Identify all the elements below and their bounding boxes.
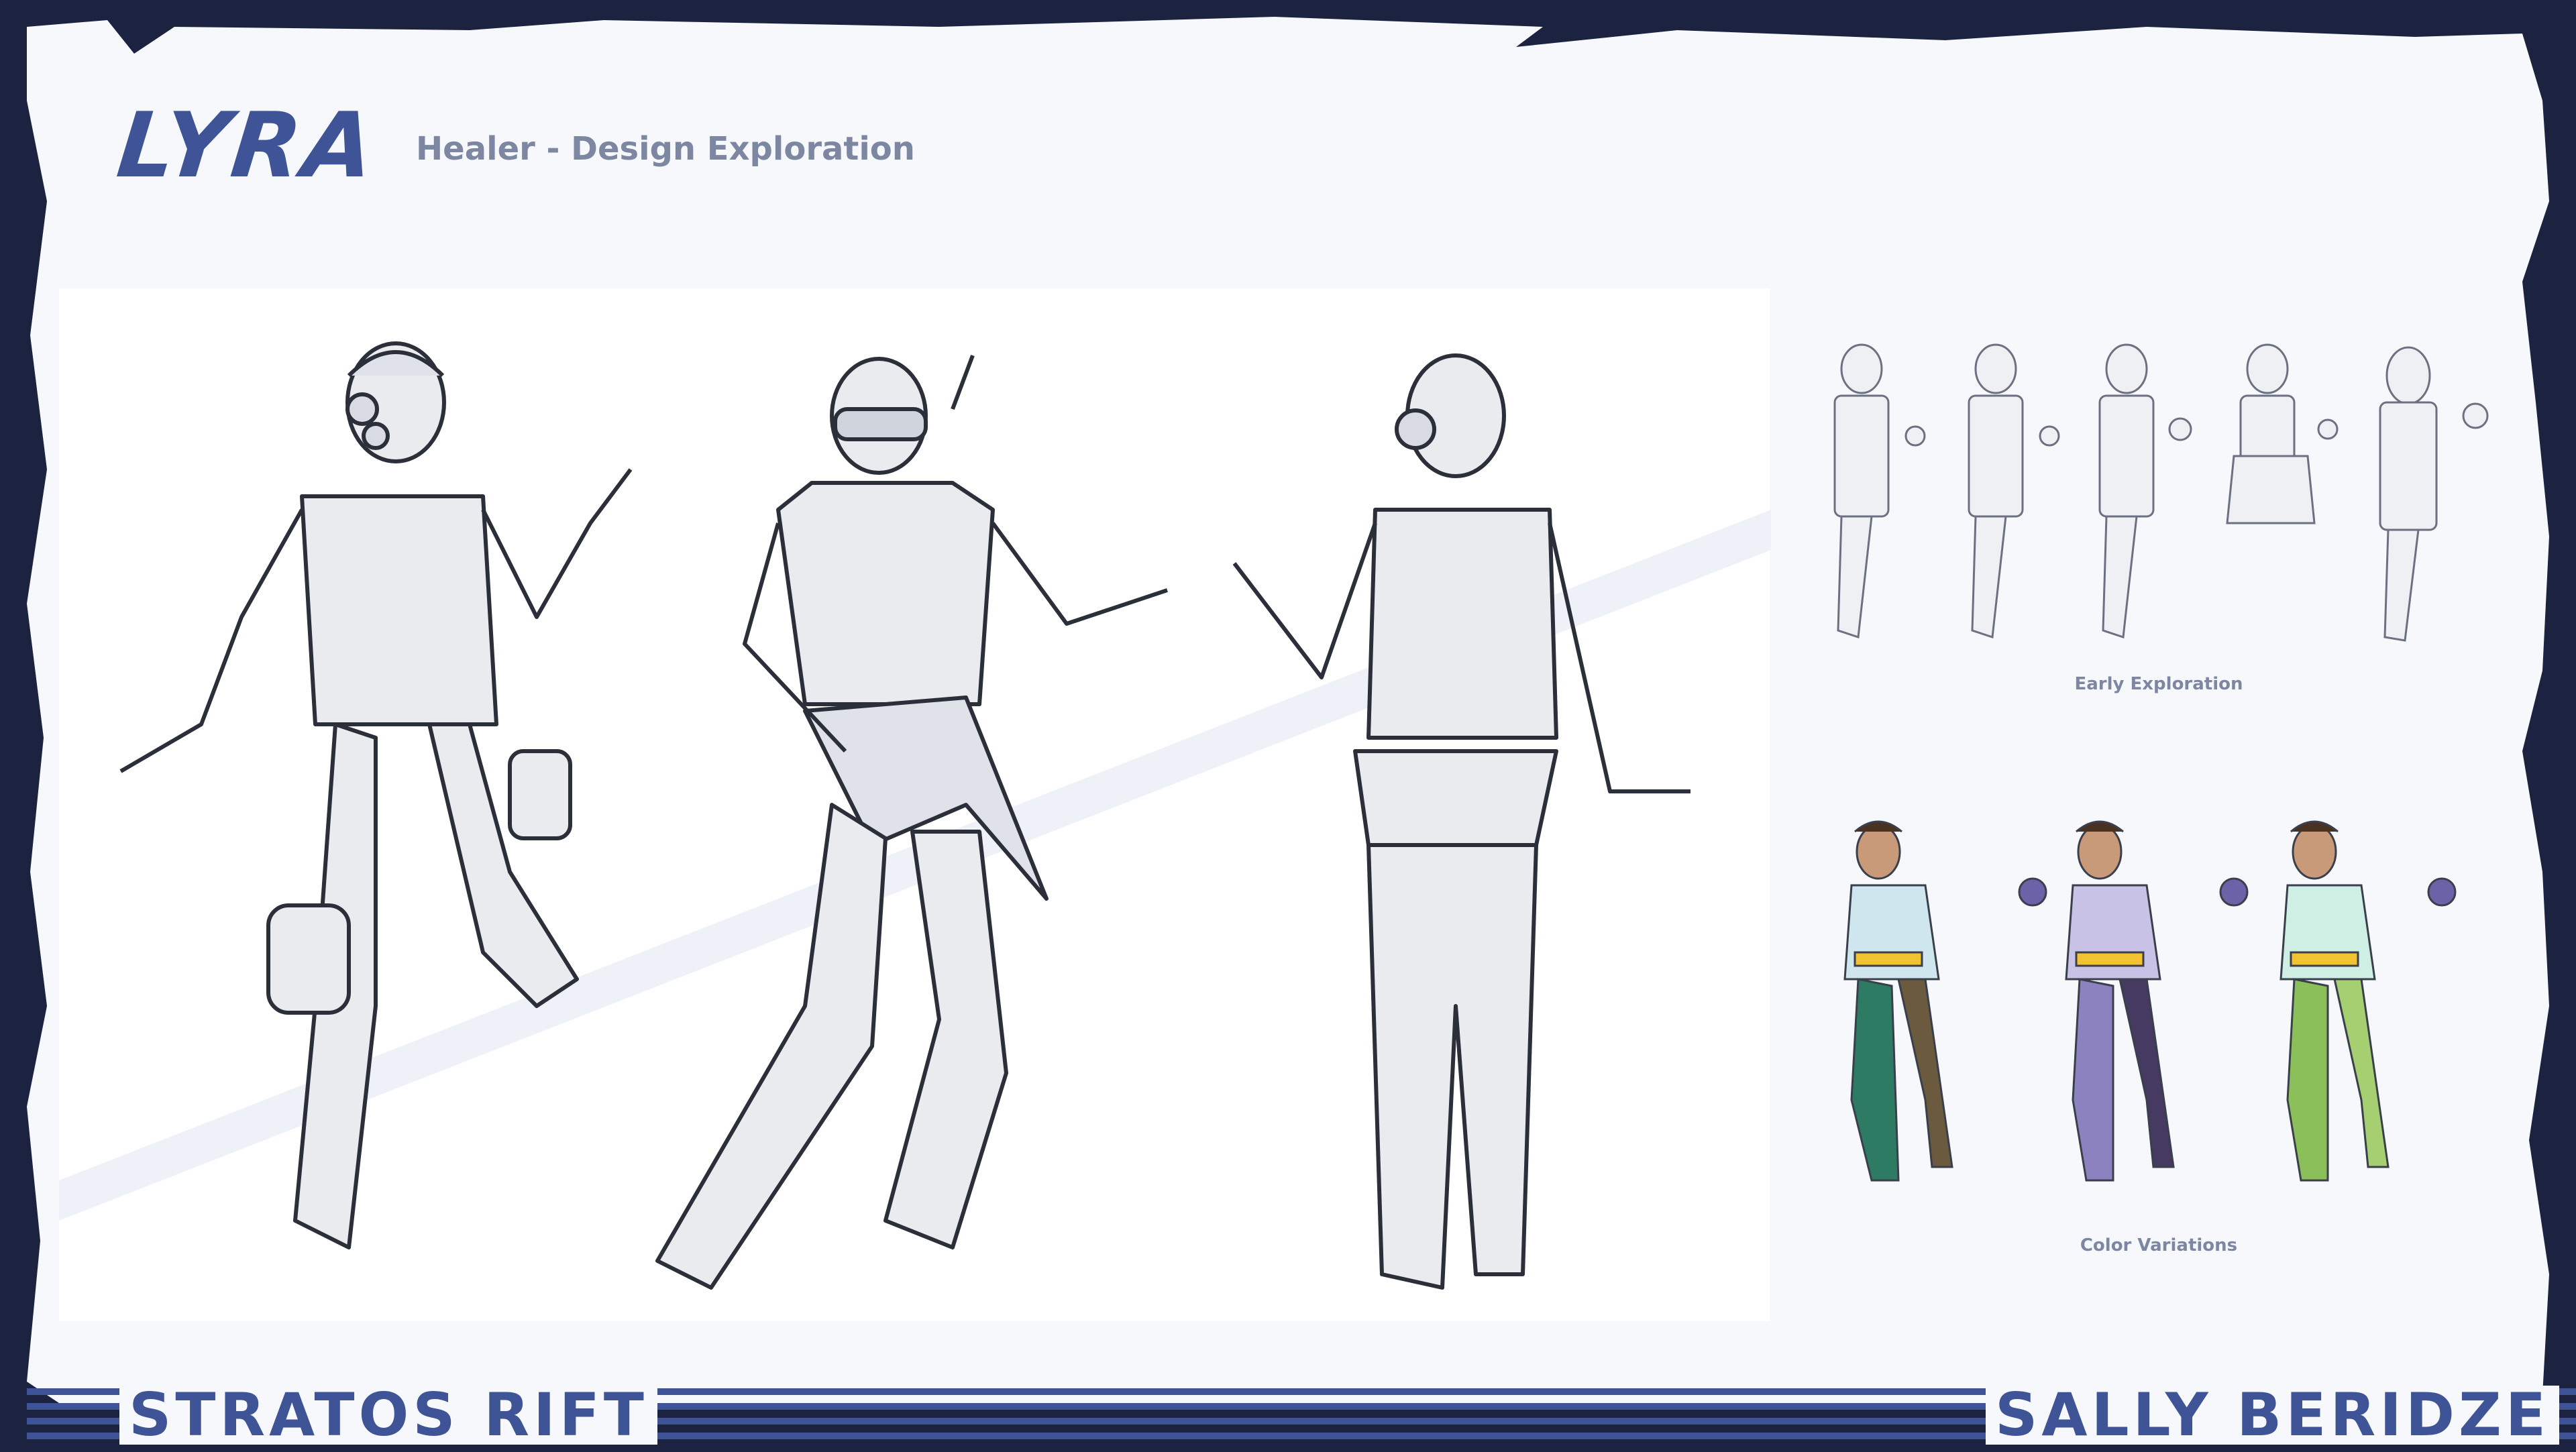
artist-name: SALLY BERIDZE: [1986, 1386, 2559, 1445]
sheet-artwork: [27, 17, 2576, 1439]
character-title: LYRA: [112, 93, 382, 198]
color-variations-caption: Color Variations: [2080, 1235, 2238, 1255]
early-exploration-caption: Early Exploration: [2074, 674, 2243, 694]
design-subtitle: Healer - Design Exploration: [416, 130, 915, 168]
game-logo: STRATOS RIFT: [119, 1386, 657, 1445]
concept-sheet: LYRA Healer - Design Exploration Early E…: [0, 0, 2576, 1449]
